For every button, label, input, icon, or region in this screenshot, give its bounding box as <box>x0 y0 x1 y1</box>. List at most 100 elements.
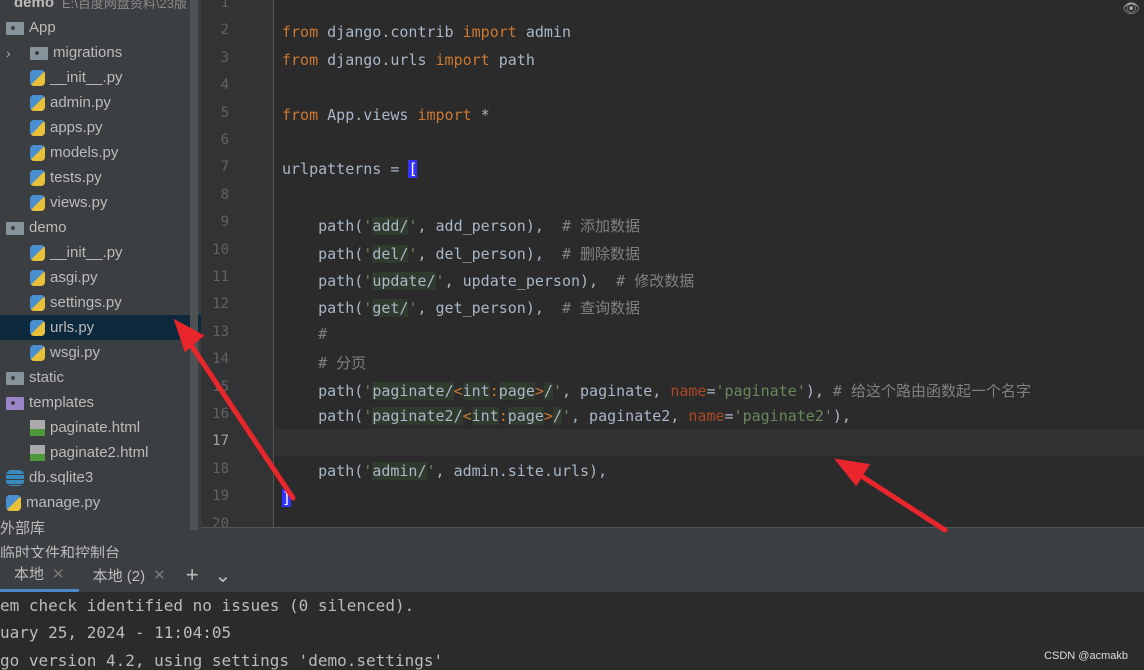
reader-mode-icon[interactable]: 👁 <box>1122 0 1140 17</box>
code-token: name <box>670 381 707 400</box>
code-token: django.urls <box>318 50 436 69</box>
folder-icon <box>6 22 24 35</box>
tree-item[interactable]: manage.py <box>0 490 201 515</box>
tree-item[interactable]: views.py <box>0 190 201 215</box>
tree-item[interactable]: 外部库 <box>0 515 201 540</box>
line-number: 6 <box>220 132 229 148</box>
code-token: name <box>688 407 725 425</box>
project-tree-panel: demo E:\百度网盘资料\23版 App › migrations __init__.… <box>0 0 201 558</box>
sidebar-scrollbar[interactable] <box>190 0 198 530</box>
terminal-menu-chevron-icon[interactable]: ⌄ <box>215 563 232 588</box>
code-token: del/ <box>372 244 409 263</box>
tree-item[interactable]: apps.py <box>0 115 201 140</box>
code-token: # 分页 <box>282 354 367 373</box>
tree-item[interactable]: admin.py <box>0 90 201 115</box>
code-token: ] <box>282 489 292 508</box>
terminal-tab-bar: 本地 ✕ 本地 (2) ✕ + ⌄ <box>0 558 1144 592</box>
code-token: = <box>724 407 734 425</box>
tree-item[interactable]: urls.py <box>0 315 201 340</box>
line-number: 16 <box>212 406 229 422</box>
tree-item-label: models.py <box>50 144 119 161</box>
tab-label: 本地 (2) <box>92 567 146 585</box>
close-icon[interactable]: ✕ <box>153 566 166 584</box>
tree-item[interactable]: templates <box>0 390 201 415</box>
tree-item-label: demo <box>14 0 55 11</box>
code-token: / <box>543 381 553 400</box>
code-token: int <box>471 407 499 425</box>
code-token: import <box>462 23 517 42</box>
tree-item[interactable]: paginate2.html <box>0 440 201 465</box>
code-token: , get_person), <box>417 299 562 318</box>
terminal-tab-local-2[interactable]: 本地 (2) ✕ <box>79 558 180 592</box>
tree-item[interactable]: __init__.py <box>0 240 201 265</box>
python-file-icon <box>30 169 45 186</box>
tree-item[interactable]: db.sqlite3 <box>0 465 201 490</box>
terminal-tab-local[interactable]: 本地 ✕ <box>0 558 79 592</box>
chevron-right-icon[interactable]: › <box>6 45 11 61</box>
code-token: = <box>706 381 716 400</box>
code-line: path('update/', update_person), # 修改数据 <box>282 270 694 291</box>
code-token: , update_person), <box>444 272 617 290</box>
python-file-icon <box>6 494 21 511</box>
html-file-icon <box>30 419 45 436</box>
tree-item-label: manage.py <box>26 494 101 511</box>
code-token: , admin.site.urls), <box>435 461 608 480</box>
line-number: 7 <box>220 159 229 176</box>
code-token: ' <box>363 299 373 318</box>
code-token: int <box>462 381 490 400</box>
watermark: CSDN @acmakb <box>1044 650 1128 662</box>
code-token: ), <box>805 381 833 400</box>
tree-item[interactable]: tests.py <box>0 165 201 190</box>
code-line: path('add/', add_person), # 添加数据 <box>282 215 640 236</box>
code-token: ), <box>832 407 851 425</box>
tree-item[interactable]: static <box>0 365 201 390</box>
terminal-output[interactable]: em check identified no issues (0 silence… <box>0 592 1144 670</box>
tree-item[interactable]: wsgi.py <box>0 340 201 365</box>
code-token: import <box>435 50 490 69</box>
tree-item[interactable]: demo E:\百度网盘资料\23版 <box>0 0 201 15</box>
tree-item-label: paginate2.html <box>50 444 149 461</box>
tree-item[interactable]: paginate.html <box>0 415 201 440</box>
code-token: ' <box>363 381 373 400</box>
code-line: path('paginate/<int:page>/', paginate, n… <box>282 380 1031 401</box>
code-line: # 分页 <box>282 352 366 373</box>
tree-item-label: db.sqlite3 <box>29 469 94 486</box>
code-line: ] <box>282 489 292 508</box>
python-file-icon <box>30 344 45 361</box>
project-path: E:\百度网盘资料\23版 <box>62 0 187 11</box>
tree-item[interactable]: App <box>0 15 201 40</box>
code-token: ' <box>426 461 436 480</box>
tree-item-label: templates <box>29 394 95 411</box>
tree-item[interactable]: models.py <box>0 140 201 165</box>
current-line-highlight <box>274 429 1144 456</box>
tree-item[interactable]: › migrations <box>0 40 201 65</box>
code-token: # 删除数据 <box>561 244 641 263</box>
tree-item[interactable]: settings.py <box>0 290 201 315</box>
line-number: 11 <box>212 269 229 285</box>
code-editor[interactable]: from django.contrib import admin from dja… <box>274 0 1144 527</box>
code-token: path( <box>282 244 364 263</box>
close-icon[interactable]: ✕ <box>52 565 65 583</box>
code-token: paginate/ <box>372 381 454 400</box>
code-token: admin/ <box>372 461 427 480</box>
code-token: path( <box>282 272 364 290</box>
folder-icon <box>6 222 24 235</box>
code-token: admin <box>516 23 571 42</box>
line-number: 12 <box>212 296 229 313</box>
tree-item[interactable]: __init__.py <box>0 65 201 90</box>
code-token: : <box>498 407 508 425</box>
code-line: path('paginate2/<int:page>/', paginate2,… <box>282 407 851 425</box>
code-token: ' <box>363 272 373 290</box>
code-token: / <box>552 407 562 425</box>
line-number: 18 <box>212 460 229 477</box>
line-number: 14 <box>212 351 229 368</box>
add-terminal-button[interactable]: + <box>186 562 199 588</box>
editor-bottom-bar <box>201 527 1144 558</box>
python-file-icon <box>30 194 45 211</box>
code-line: from App.views import * <box>282 106 490 124</box>
tree-item[interactable]: 临时文件和控制台 <box>0 540 201 558</box>
tree-item[interactable]: asgi.py <box>0 265 201 290</box>
tree-item-label: asgi.py <box>50 269 98 286</box>
tree-item-label: static <box>29 369 65 386</box>
tree-item[interactable]: demo <box>0 215 201 240</box>
